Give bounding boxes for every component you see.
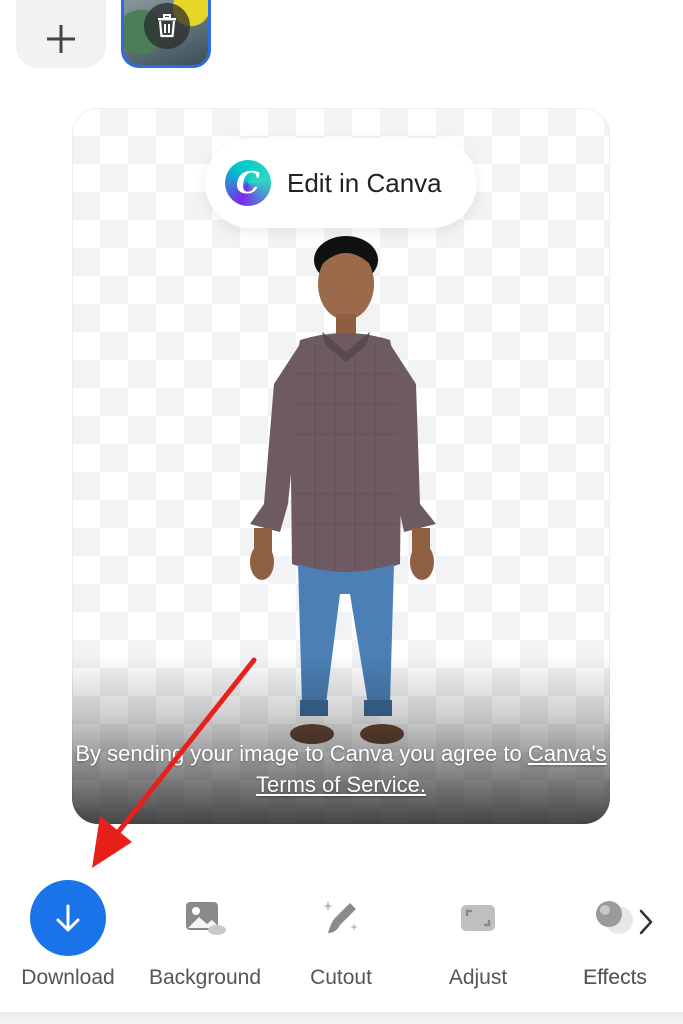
background-button[interactable]: Background [140, 878, 270, 990]
effects-button[interactable]: Effects [550, 878, 680, 990]
plus-icon [47, 25, 75, 53]
edit-in-canva-label: Edit in Canva [287, 167, 442, 198]
download-button[interactable]: Download [3, 878, 133, 990]
effects-spheres-icon [596, 901, 633, 934]
adjust-button[interactable]: Adjust [413, 878, 543, 990]
add-image-button[interactable] [16, 0, 106, 68]
adjust-frame-icon [461, 905, 495, 931]
cutout-label: Cutout [310, 966, 372, 989]
chevron-right-icon [639, 909, 653, 935]
canva-logo-icon: C [225, 160, 271, 206]
bottom-divider [0, 1012, 683, 1024]
image-icon [186, 902, 226, 935]
adjust-label: Adjust [448, 966, 508, 989]
edit-in-canva-button[interactable]: C Edit in Canva [205, 138, 477, 228]
consent-text: By sending your image to Canva you agree… [75, 741, 528, 766]
magic-brush-icon [323, 901, 358, 933]
cutout-button[interactable]: Cutout [276, 878, 406, 990]
image-preview-card: C Edit in Canva By sending your image to… [72, 108, 610, 824]
image-thumbnail[interactable] [121, 0, 211, 68]
trash-icon [158, 14, 176, 38]
download-label: Download [21, 966, 115, 989]
download-arrow-icon [30, 880, 106, 956]
background-label: Background [148, 966, 262, 989]
toolbar-scroll-next[interactable] [634, 905, 658, 939]
effects-label: Effects [550, 966, 680, 990]
consent-notice: By sending your image to Canva you agree… [72, 738, 610, 800]
delete-image-button[interactable] [144, 3, 190, 49]
